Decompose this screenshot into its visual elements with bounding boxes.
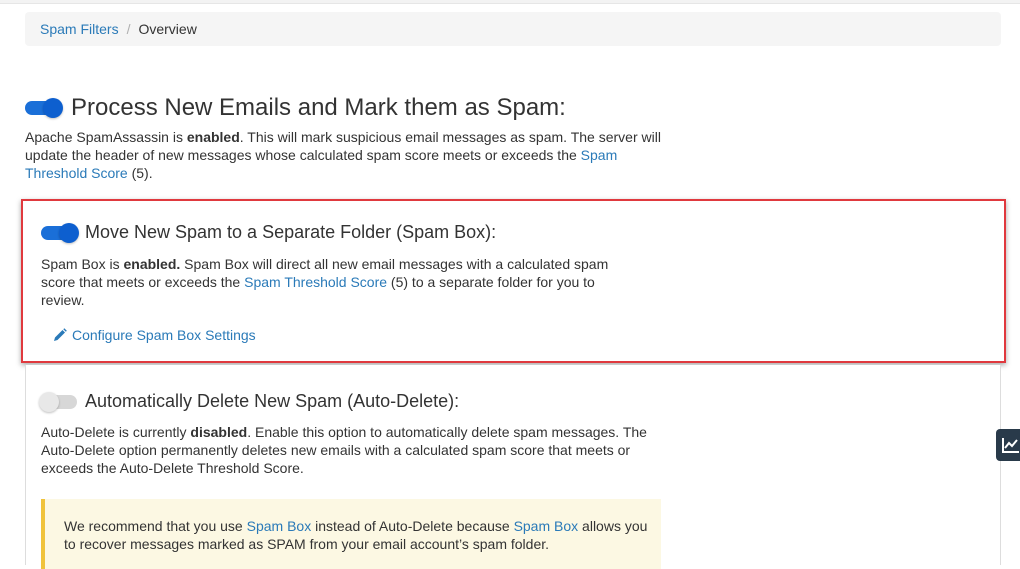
pencil-icon: [54, 328, 67, 341]
alert-prefix: We recommend that you use: [64, 518, 247, 534]
side-widget-button[interactable]: [996, 429, 1020, 461]
autodelete-status: disabled: [190, 424, 248, 440]
top-bar: [0, 0, 1020, 4]
spam-box-description: Spam Box is enabled. Spam Box will direc…: [41, 255, 641, 309]
alert-spam-box-link-2[interactable]: Spam Box: [514, 518, 579, 534]
auto-delete-section: Automatically Delete New Spam (Auto-Dele…: [39, 391, 681, 477]
toggle-knob: [39, 391, 59, 412]
process-desc-prefix: Apache SpamAssassin is: [25, 129, 187, 145]
toggle-knob: [59, 222, 79, 243]
process-emails-title: Process New Emails and Mark them as Spam…: [71, 94, 566, 121]
auto-delete-title: Automatically Delete New Spam (Auto-Dele…: [85, 391, 460, 411]
process-emails-description: Apache SpamAssassin is enabled. This wil…: [25, 128, 675, 182]
process-desc-suffix: (5).: [127, 165, 153, 181]
autodelete-desc-prefix: Auto-Delete is currently: [41, 424, 191, 440]
breadcrumb-separator: /: [126, 21, 131, 37]
spambox-threshold-link[interactable]: Spam Threshold Score: [244, 274, 387, 290]
configure-spam-box-label: Configure Spam Box Settings: [72, 327, 256, 343]
alert-middle: instead of Auto-Delete because: [311, 518, 514, 534]
spambox-desc-prefix: Spam Box is: [41, 256, 124, 272]
spam-box-toggle[interactable]: [41, 222, 79, 243]
spam-box-title: Move New Spam to a Separate Folder (Spam…: [85, 222, 497, 242]
auto-delete-toggle[interactable]: [39, 391, 77, 412]
process-emails-toggle[interactable]: [25, 98, 63, 118]
configure-spam-box-link[interactable]: Configure Spam Box Settings: [53, 327, 661, 343]
process-status: enabled: [186, 129, 240, 145]
spam-box-section: Move New Spam to a Separate Folder (Spam…: [41, 222, 661, 343]
breadcrumb-spam-filters[interactable]: Spam Filters: [40, 21, 119, 37]
process-emails-section: Process New Emails and Mark them as Spam…: [25, 94, 685, 182]
chart-icon: [1002, 438, 1019, 453]
toggle-knob: [43, 98, 63, 118]
breadcrumb: Spam Filters / Overview: [25, 12, 1001, 46]
auto-delete-description: Auto-Delete is currently disabled. Enabl…: [41, 423, 661, 477]
breadcrumb-current: Overview: [138, 21, 197, 37]
spambox-status: enabled.: [123, 256, 181, 272]
alert-spam-box-link-1[interactable]: Spam Box: [247, 518, 312, 534]
